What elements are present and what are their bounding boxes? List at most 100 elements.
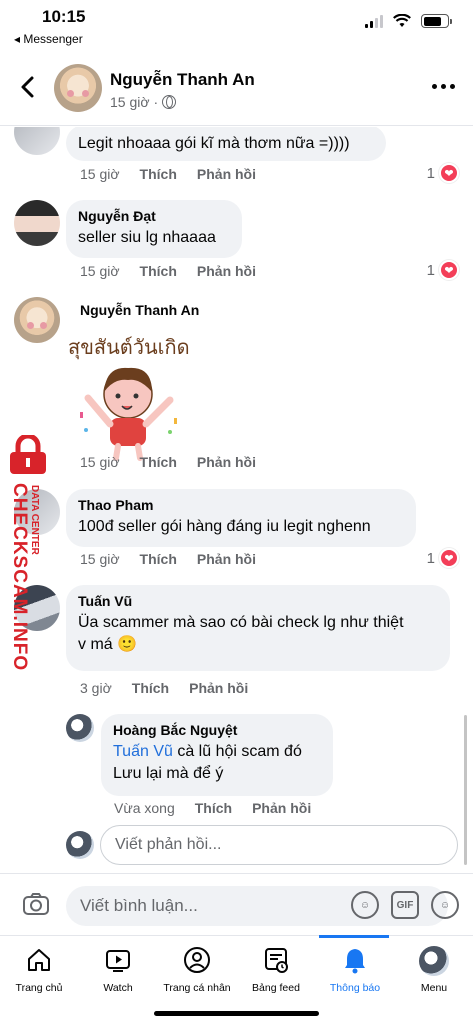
commenter-name[interactable]: Tuấn Vũ [78, 593, 438, 609]
watermark-subtitle: DATA CENTER [29, 485, 40, 555]
commenter-name[interactable]: Nguyễn Thanh An [80, 302, 199, 318]
comment-composer: Viết bình luận... ☺ GIF ☺ [0, 873, 473, 935]
like-button[interactable]: Thích [195, 800, 232, 816]
checkscam-watermark: DATA CENTER CHECKSCAM.INFO [2, 435, 50, 671]
comment-placeholder: Viết bình luận... [80, 896, 198, 915]
comment-text-line-2: v má 🙂 [78, 636, 138, 653]
profile-icon [184, 947, 210, 973]
reply-bubble: Hoàng Bắc Nguyệt Tuấn Vũ cà lũ hội scam … [101, 714, 333, 796]
reply-input[interactable]: Viết phản hồi... [100, 825, 458, 865]
tab-label: Bảng feed [252, 982, 300, 994]
comments-feed[interactable]: Legit nhoaaa gói kĩ mà thơm nữa =)))) 15… [0, 127, 473, 873]
reply-text: cà lũ hội scam đó [172, 743, 302, 760]
commenter-name[interactable]: Nguyễn Đạt [78, 208, 230, 224]
composer-icons: ☺ GIF ☺ [351, 891, 459, 919]
author-name[interactable]: Nguyễn Thanh An [110, 70, 255, 90]
comment-text: 100đ seller gói hàng đáng iu legit nghen… [78, 518, 371, 535]
like-button[interactable]: Thích [132, 680, 169, 696]
commenter-name[interactable]: Thao Pham [78, 497, 404, 513]
emoji-icon[interactable]: ☺ [431, 891, 459, 919]
tab-label: Trang cá nhân [163, 982, 231, 994]
reaction-count[interactable]: 1 ❤ [427, 260, 459, 280]
scrollbar[interactable] [464, 715, 467, 865]
sticker-icon[interactable]: ☺ [351, 891, 379, 919]
tab-profile[interactable]: Trang cá nhân [158, 936, 236, 996]
birthday-sticker[interactable]: สุขสันต์วันเกิด [66, 323, 194, 471]
reply-time: Vừa xong [114, 800, 175, 816]
reply-text-line-2: Lưu lại mà để ý [113, 765, 224, 782]
commenter-avatar[interactable] [14, 127, 60, 155]
comment-text-line-1: Üa scammer mà sao có bài check lg như th… [78, 614, 404, 631]
reaction-number: 1 [426, 549, 435, 567]
tab-menu[interactable]: Menu [395, 936, 473, 996]
reply-button[interactable]: Phản hồi [197, 263, 256, 279]
reaction-number: 1 [426, 164, 435, 182]
more-options-icon[interactable] [432, 84, 455, 89]
back-to-messenger-link[interactable]: ◂ Messenger [14, 32, 83, 46]
status-icons [365, 14, 452, 28]
comment-time: 15 giờ [80, 551, 120, 567]
tab-label: Menu [420, 982, 448, 994]
signal-icon [365, 14, 383, 28]
replier-name[interactable]: Hoàng Bắc Nguyệt [113, 722, 321, 738]
author-avatar[interactable] [54, 64, 102, 112]
post-time-text: 15 giờ [110, 94, 150, 110]
commenter-avatar[interactable] [14, 200, 60, 246]
like-button[interactable]: Thích [140, 454, 177, 470]
tab-notifications[interactable]: Thông báo [316, 936, 394, 996]
comment-actions: 15 giờ Thích Phản hồi [80, 551, 276, 567]
bell-icon [345, 949, 365, 974]
reply-button[interactable]: Phản hồi [197, 454, 256, 470]
post-time: 15 giờ · [110, 94, 177, 110]
heart-icon: ❤ [439, 548, 459, 568]
reply-button[interactable]: Phản hồi [252, 800, 311, 816]
heart-icon: ❤ [439, 163, 459, 183]
comment-time: 15 giờ [80, 166, 120, 182]
home-indicator [154, 1011, 319, 1016]
reply-button[interactable]: Phản hồi [197, 166, 256, 182]
comment-time: 3 giờ [80, 680, 112, 696]
gif-icon[interactable]: GIF [391, 891, 419, 919]
tab-feeds[interactable]: Bảng feed [237, 936, 315, 996]
feed-icon [265, 948, 288, 973]
like-button[interactable]: Thích [140, 263, 177, 279]
like-button[interactable]: Thích [140, 166, 177, 182]
reply-actions: Vừa xong Thích Phản hồi [114, 800, 331, 816]
comment-time: 15 giờ [80, 263, 120, 279]
tab-label: Trang chủ [15, 982, 63, 994]
reply-button[interactable]: Phản hồi [189, 680, 248, 696]
comment-actions: 15 giờ Thích Phản hồi [80, 263, 276, 279]
reply-button[interactable]: Phản hồi [197, 551, 256, 567]
reaction-count[interactable]: 1 ❤ [427, 548, 459, 568]
status-time: 10:15 [42, 7, 86, 26]
tab-home[interactable]: Trang chủ [0, 936, 78, 996]
mention-link[interactable]: Tuấn Vũ [113, 743, 173, 760]
commenter-avatar[interactable] [14, 297, 60, 343]
like-button[interactable]: Thích [140, 551, 177, 567]
globe-icon [162, 95, 177, 109]
back-arrow-icon[interactable] [18, 72, 38, 102]
post-header: Nguyễn Thanh An 15 giờ · [0, 50, 473, 126]
watch-icon [106, 950, 130, 972]
reply-text-line-1: Tuấn Vũ cà lũ hội scam đó [113, 741, 321, 763]
comment-actions: 3 giờ Thích Phản hồi [80, 680, 268, 696]
reaction-count[interactable]: 1 ❤ [427, 163, 459, 183]
comment-bubble: Nguyễn Đạt seller siu lg nhaaaa [66, 200, 242, 258]
battery-icon [421, 14, 452, 28]
comment-text: Legit nhoaaa gói kĩ mà thơm nữa =)))) [78, 135, 350, 152]
tab-watch[interactable]: Watch [79, 936, 157, 996]
tab-label: Watch [103, 982, 133, 994]
my-avatar [66, 831, 94, 859]
comment-bubble: Legit nhoaaa gói kĩ mà thơm nữa =)))) [66, 127, 386, 161]
sticker-caption: สุขสันต์วันเกิด [68, 335, 190, 360]
camera-icon[interactable] [22, 892, 50, 916]
comment-bubble: Tuấn Vũ Üa scammer mà sao có bài check l… [66, 585, 450, 671]
home-icon [28, 949, 50, 971]
tab-label: Thông báo [329, 982, 381, 994]
lock-icon [10, 435, 46, 474]
wifi-icon [393, 14, 411, 27]
replier-avatar[interactable] [66, 714, 94, 742]
comment-text: seller siu lg nhaaaa [78, 229, 216, 246]
menu-avatar-icon [419, 946, 449, 976]
bottom-tab-bar: Trang chủ Watch Trang cá nhân Bảng feed … [0, 935, 473, 1024]
